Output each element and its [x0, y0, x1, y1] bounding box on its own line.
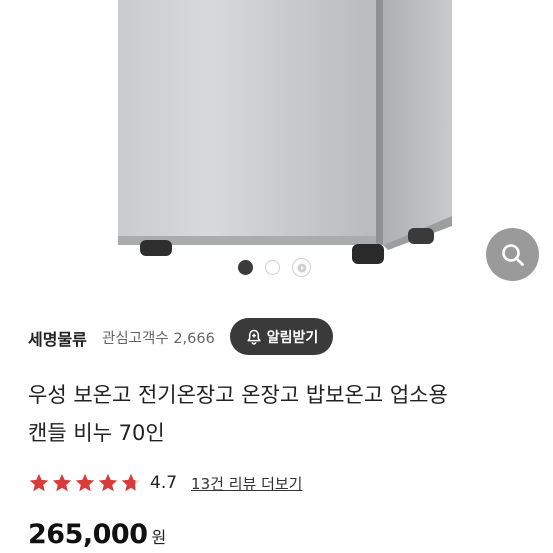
alarm-button-label: 알림받기: [266, 329, 319, 346]
star-icon: [52, 473, 72, 492]
alarm-subscribe-button[interactable]: 알림받기: [230, 318, 333, 355]
product-title-line-1: 우성 보온고 전기온장고 온장고 밥보온고 업소용: [28, 383, 448, 407]
zoom-button[interactable]: [486, 228, 539, 281]
rating-value: 4.7: [150, 473, 178, 493]
star-icon: [121, 473, 141, 492]
price-amount: 265,000: [28, 519, 148, 550]
follower-label: 관심고객수: [102, 331, 169, 347]
price-row: 265,000 원: [28, 519, 166, 550]
bell-plus-icon: [247, 329, 261, 345]
play-icon: [297, 263, 306, 272]
product-title-line-2: 캔들 비누 70인: [28, 421, 165, 445]
follower-number: 2,666: [173, 331, 215, 347]
slide-indicators: [238, 258, 311, 277]
review-link[interactable]: 13건 리뷰 더보기: [191, 473, 302, 494]
seller-row: 세명물류 관심고객수 2,666 알림받기: [28, 318, 538, 356]
star-icon: [75, 473, 95, 492]
slide-dot-1[interactable]: [238, 260, 253, 275]
search-icon: [501, 243, 524, 266]
star-rating: [28, 472, 142, 494]
follower-count: 관심고객수 2,666: [102, 327, 215, 348]
slide-dot-2[interactable]: [265, 260, 280, 275]
price-currency: 원: [151, 528, 167, 547]
cabinet-body: [118, 0, 452, 250]
rating-row: 4.7 13건 리뷰 더보기: [28, 470, 302, 496]
product-title: 우성 보온고 전기온장고 온장고 밥보온고 업소용 캔들 비누 70인: [28, 376, 528, 452]
star-icon: [98, 473, 118, 492]
product-image-gallery[interactable]: [0, 0, 553, 292]
seller-name[interactable]: 세명물류: [28, 326, 87, 350]
slide-dot-video[interactable]: [292, 258, 311, 277]
star-icon: [29, 473, 49, 492]
product-photo[interactable]: [0, 0, 553, 292]
